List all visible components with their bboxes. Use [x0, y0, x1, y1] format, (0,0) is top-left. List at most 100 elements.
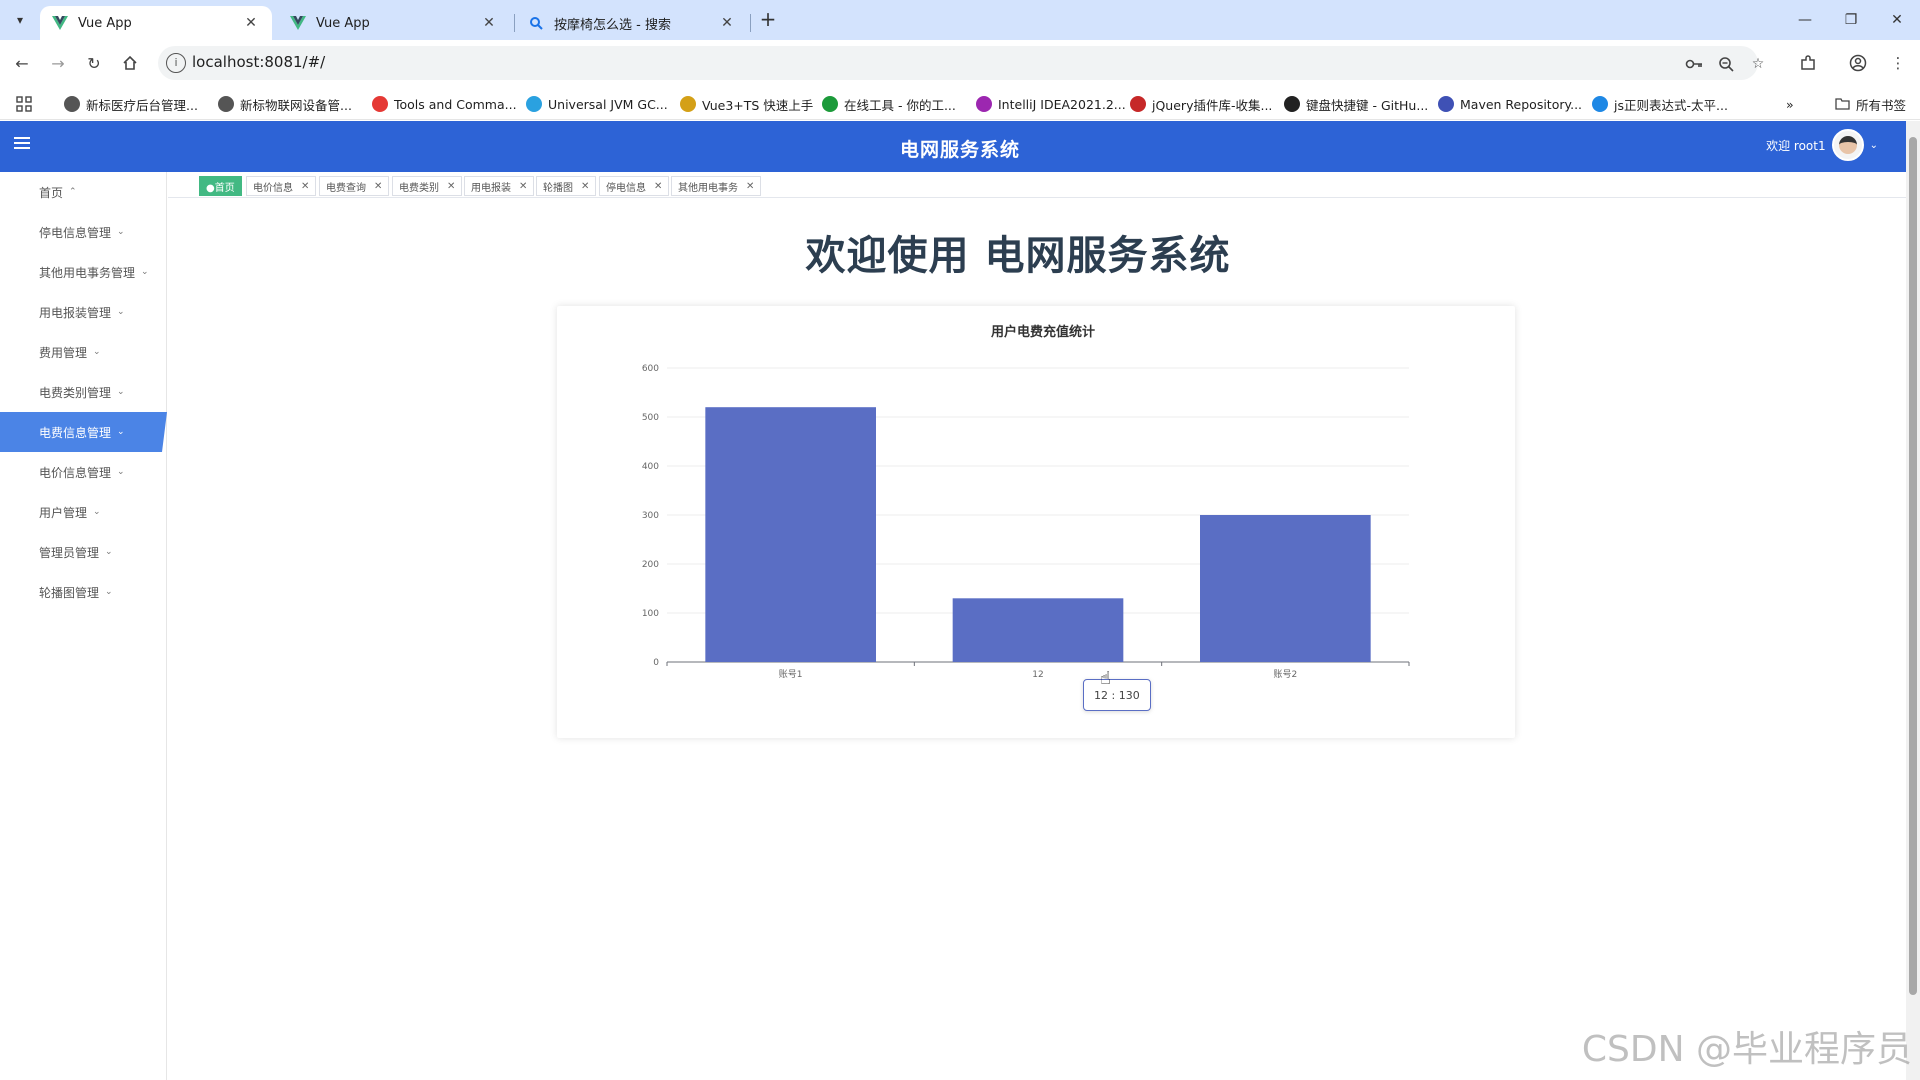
browser-tab-1[interactable]: Vue App ✕: [40, 6, 272, 40]
site-info-icon[interactable]: i: [166, 53, 186, 73]
close-icon[interactable]: ✕: [480, 14, 498, 32]
forward-icon[interactable]: →: [44, 49, 72, 77]
bookmark-item[interactable]: IntelliJ IDEA2021.2...: [976, 94, 1126, 114]
bookmark-label: Universal JVM GC...: [548, 96, 668, 112]
tab-search-button[interactable]: ▾: [8, 8, 32, 32]
browser-tab-3[interactable]: 按摩椅怎么选 - 搜索 ✕: [516, 6, 748, 40]
search-icon: [528, 15, 544, 31]
chevron-down-icon[interactable]: ⌄: [1870, 140, 1878, 151]
sidebar-item[interactable]: 电价信息管理 ⌄: [0, 452, 167, 492]
x-tick-label: 账号1: [779, 669, 803, 680]
restore-icon[interactable]: ❐: [1828, 0, 1874, 40]
more-menu-icon[interactable]: ⋮: [1886, 51, 1910, 75]
sidebar-item[interactable]: 首页 ⌃: [0, 172, 167, 212]
bookmark-item[interactable]: Universal JVM GC...: [526, 94, 668, 114]
tag-label: 电价信息: [253, 182, 293, 194]
tag-item[interactable]: 电费类别 ✕: [392, 176, 463, 196]
tag-item[interactable]: 其他用电事务 ✕: [671, 176, 762, 196]
sidebar-item[interactable]: 其他用电事务管理 ⌄: [0, 252, 167, 292]
tag-item[interactable]: 轮播图 ✕: [536, 176, 597, 196]
app-title: 电网服务系统: [899, 139, 1020, 161]
app-header: 电网服务系统 欢迎 root1 ⌄: [0, 121, 1920, 172]
bookmarks-bar: 新标医疗后台管理... 新标物联网设备管... Tools and Comma...…: [0, 86, 1920, 120]
chevron-down-icon: ⌄: [141, 267, 149, 277]
window-close-icon[interactable]: ✕: [1874, 0, 1920, 40]
scrollbar-thumb[interactable]: [1909, 137, 1917, 995]
bookmark-item[interactable]: 新标物联网设备管...: [218, 94, 352, 114]
tag-item[interactable]: ●首页: [199, 176, 242, 196]
zoom-icon[interactable]: [1716, 54, 1736, 74]
tab-title: Vue App: [78, 15, 132, 31]
sidebar-item-label: 电费类别管理: [39, 385, 112, 400]
hand-cursor-icon: ☝: [1100, 668, 1111, 689]
sidebar-item-label: 轮播图管理: [39, 585, 100, 600]
tag-item[interactable]: 停电信息 ✕: [599, 176, 670, 196]
tab-title: 按摩椅怎么选 - 搜索: [554, 17, 671, 33]
user-dropdown[interactable]: 欢迎 root1 ⌄: [1766, 129, 1878, 161]
bar: [705, 407, 876, 662]
minimize-icon[interactable]: —: [1782, 0, 1828, 40]
sidebar-item[interactable]: 电费类别管理 ⌄: [0, 372, 167, 412]
sidebar-item[interactable]: 停电信息管理 ⌄: [0, 212, 167, 252]
chevron-down-icon: ⌄: [105, 547, 113, 557]
all-bookmarks-folder[interactable]: 所有书签: [1834, 94, 1906, 114]
bookmark-item[interactable]: jQuery插件库-收集...: [1130, 94, 1272, 114]
bookmark-item[interactable]: Maven Repository...: [1438, 94, 1582, 114]
bookmark-label: Tools and Comma...: [394, 96, 517, 112]
tag-item[interactable]: 电价信息 ✕: [246, 176, 317, 196]
address-url[interactable]: localhost:8081/#/: [192, 53, 325, 71]
chart-tooltip: 12 : 130: [1083, 679, 1151, 711]
address-bar[interactable]: i localhost:8081/#/ ☆: [158, 46, 1764, 80]
intellij-icon: [976, 96, 992, 112]
tag-close-icon[interactable]: ✕: [519, 181, 527, 192]
bookmark-item[interactable]: Vue3+TS 快速上手: [680, 94, 813, 114]
back-icon[interactable]: ←: [8, 49, 36, 77]
tag-close-icon[interactable]: ✕: [581, 181, 589, 192]
extensions-icon[interactable]: [1796, 51, 1820, 75]
sidebar-item[interactable]: 用电报装管理 ⌄: [0, 292, 167, 332]
sidebar-item[interactable]: 用户管理 ⌄: [0, 492, 167, 532]
tag-item[interactable]: 用电报装 ✕: [464, 176, 535, 196]
close-icon[interactable]: ✕: [242, 14, 260, 32]
sidebar-item[interactable]: 电费信息管理 ⌄: [0, 412, 167, 452]
avatar[interactable]: [1831, 129, 1864, 161]
chevron-down-icon: ⌄: [117, 467, 125, 477]
sidebar-item[interactable]: 管理员管理 ⌄: [0, 532, 167, 572]
tag-close-icon[interactable]: ✕: [654, 181, 662, 192]
tag-close-icon[interactable]: ✕: [374, 181, 382, 192]
y-tick-label: 200: [642, 560, 659, 570]
bookmark-item[interactable]: 键盘快捷键 - GitHu...: [1284, 94, 1428, 114]
bar-chart: 用户电费充值统计 0 100 200 300 400 500 600 账号1 12 账号2: [642, 324, 1410, 680]
all-bookmarks-label: 所有书签: [1856, 97, 1907, 113]
bookmark-item[interactable]: Tools and Comma...: [372, 94, 517, 114]
bookmark-label: 在线工具 - 你的工...: [844, 97, 956, 113]
more-bookmarks-icon[interactable]: »: [1786, 94, 1794, 114]
tag-item[interactable]: 电费查询 ✕: [319, 176, 390, 196]
welcome-user: 欢迎 root1: [1766, 138, 1826, 153]
page-title: 欢迎使用 电网服务系统: [805, 233, 1231, 279]
profile-icon[interactable]: [1846, 51, 1870, 75]
tag-close-icon[interactable]: ✕: [301, 181, 309, 192]
bookmark-label: jQuery插件库-收集...: [1152, 97, 1273, 113]
sidebar-item[interactable]: 轮播图管理 ⌄: [0, 572, 167, 612]
new-tab-button[interactable]: +: [756, 8, 780, 32]
bookmark-item[interactable]: js正则表达式-太平...: [1592, 94, 1728, 114]
apps-grid-icon[interactable]: [16, 94, 32, 114]
home-icon[interactable]: [116, 49, 144, 77]
password-key-icon[interactable]: [1684, 54, 1704, 74]
sidebar-item[interactable]: 费用管理 ⌄: [0, 332, 167, 372]
bookmark-item[interactable]: 新标医疗后台管理...: [64, 94, 198, 114]
bookmark-item[interactable]: 在线工具 - 你的工...: [822, 94, 956, 114]
chevron-up-icon: ⌃: [69, 187, 77, 197]
power-icon: [680, 96, 696, 112]
c-icon: [1592, 96, 1608, 112]
tag-close-icon[interactable]: ✕: [746, 181, 754, 192]
page-scrollbar[interactable]: [1906, 121, 1920, 1080]
bookmark-star-icon[interactable]: ☆: [1748, 54, 1768, 74]
sidebar-item-label: 用电报装管理: [39, 305, 112, 320]
tag-close-icon[interactable]: ✕: [447, 181, 455, 192]
reload-icon[interactable]: ↻: [80, 49, 108, 77]
chevron-down-icon: ⌄: [93, 347, 101, 357]
close-icon[interactable]: ✕: [718, 14, 736, 32]
browser-tab-2[interactable]: Vue App ✕: [278, 6, 510, 40]
